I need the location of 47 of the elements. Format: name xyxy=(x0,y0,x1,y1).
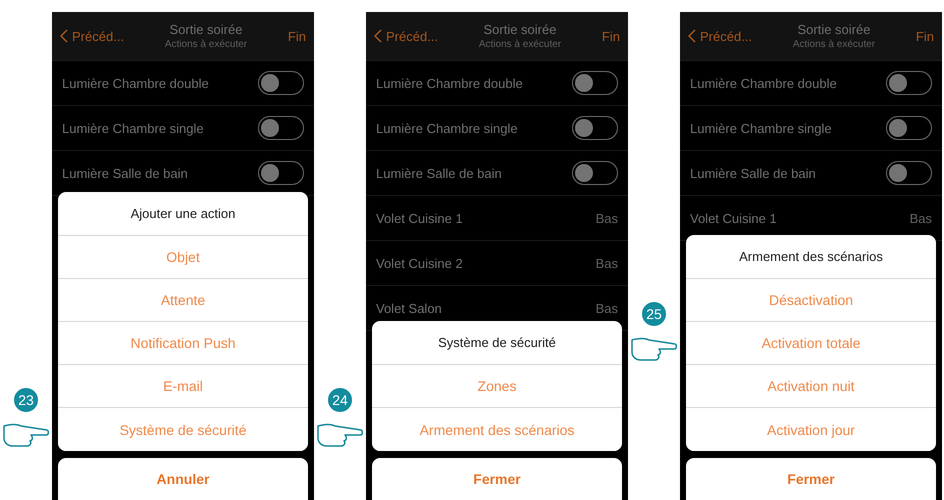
row-label: Lumière Salle de bain xyxy=(376,166,502,180)
row-label: Lumière Chambre double xyxy=(62,76,209,90)
toggle-switch[interactable] xyxy=(258,161,304,185)
row-value: Bas xyxy=(596,210,618,226)
row-label: Volet Salon xyxy=(376,300,442,316)
row-label: Lumière Salle de bain xyxy=(690,166,816,180)
toggle-switch[interactable] xyxy=(258,71,304,95)
done-button[interactable]: Fin xyxy=(288,28,306,44)
row-label: Lumière Salle de bain xyxy=(62,166,188,180)
back-link[interactable]: Précéd... xyxy=(60,28,124,44)
screen-title: Sortie soirée xyxy=(483,22,556,37)
row-value: Bas xyxy=(596,300,618,316)
cancel-button[interactable]: Fermer xyxy=(372,458,622,500)
toggle-switch[interactable] xyxy=(572,71,618,95)
row-label: Volet Cuisine 1 xyxy=(690,210,777,226)
row-label: Volet Cuisine 2 xyxy=(376,256,463,270)
toggle-switch[interactable] xyxy=(258,116,304,140)
screen-subtitle: Actions à exécuter xyxy=(164,39,248,50)
toggle-switch[interactable] xyxy=(572,161,618,185)
toggle-switch[interactable] xyxy=(572,116,618,140)
done-button[interactable]: Fin xyxy=(916,28,934,44)
chevron-left-icon xyxy=(374,29,382,43)
cancel-button[interactable]: Fermer xyxy=(686,458,936,500)
row-label: Lumière Chambre double xyxy=(690,76,837,90)
toggle-switch[interactable] xyxy=(886,116,932,140)
toggle-switch[interactable] xyxy=(886,161,932,185)
row-label: Lumière Chambre single xyxy=(690,120,832,136)
chevron-left-icon xyxy=(60,29,68,43)
chevron-left-icon xyxy=(688,29,696,43)
row-label: Volet Cuisine 1 xyxy=(376,210,463,226)
screen-title: Sortie soirée xyxy=(797,22,870,37)
row-label: Lumière Chambre double xyxy=(376,76,523,90)
screen-subtitle: Actions à exécuter xyxy=(792,39,876,50)
step-badge: 25 xyxy=(640,300,668,328)
screen-title: Sortie soirée xyxy=(169,22,242,37)
back-link[interactable]: Précéd... xyxy=(374,28,438,44)
row-label: Lumière Chambre single xyxy=(62,120,204,136)
toggle-switch[interactable] xyxy=(886,71,932,95)
done-button[interactable]: Fin xyxy=(602,28,620,44)
screen-subtitle: Actions à exécuter xyxy=(478,39,562,50)
row-label: Lumière Chambre single xyxy=(376,120,518,136)
step-badge: 23 xyxy=(12,386,40,414)
back-link[interactable]: Précéd... xyxy=(688,28,752,44)
step-badge: 24 xyxy=(326,386,354,414)
row-value: Bas xyxy=(910,210,932,226)
row-value: Bas xyxy=(596,256,618,270)
cancel-button[interactable]: Annuler xyxy=(58,458,308,500)
